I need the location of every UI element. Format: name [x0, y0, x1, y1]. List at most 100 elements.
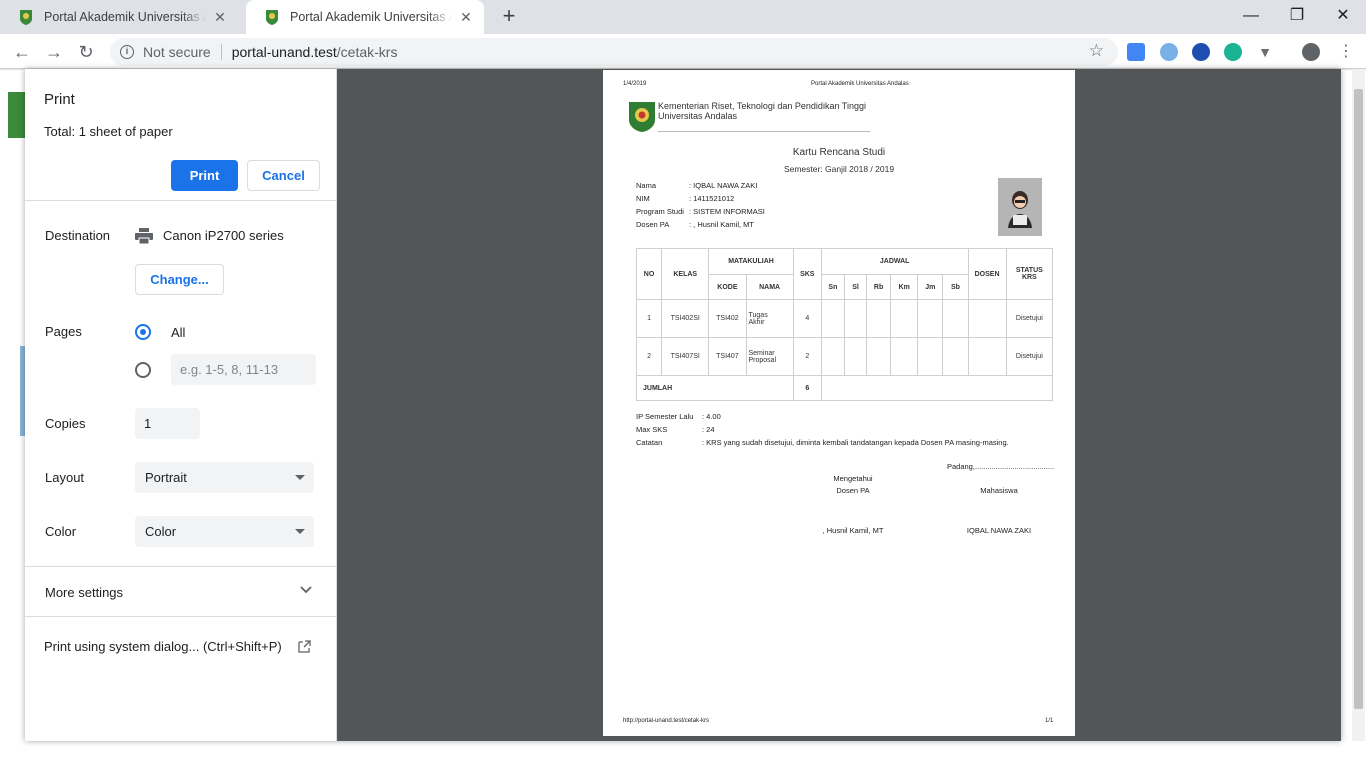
- pages-range-input[interactable]: e.g. 1-5, 8, 11-13: [171, 354, 316, 385]
- sign-dosen-pa: , Husnil Kamil, MT: [822, 526, 884, 535]
- preview-scroll-thumb[interactable]: [1354, 89, 1363, 709]
- col-sks: SKS: [792, 248, 822, 300]
- print-footer-page: 1/1: [1045, 718, 1054, 724]
- bookmark-star-icon[interactable]: ☆: [1089, 41, 1104, 61]
- open-external-icon[interactable]: [298, 640, 311, 653]
- print-footer-url: http://portal-unand.test/cetak-krs: [623, 718, 710, 724]
- new-tab-button[interactable]: +: [498, 5, 520, 28]
- cell-sks: 4: [792, 299, 822, 338]
- back-icon[interactable]: ←: [10, 40, 34, 64]
- layout-value: Portrait: [145, 470, 187, 485]
- student-photo: [998, 178, 1042, 236]
- cell-day: [843, 337, 868, 376]
- print-dialog-title: Print: [44, 91, 75, 108]
- org-line-2: Universitas Andalas: [658, 111, 738, 121]
- destination-label: Destination: [45, 228, 111, 243]
- col-kode: KODE: [708, 274, 747, 300]
- print-button[interactable]: Print: [171, 160, 238, 191]
- catatan-row: Catatan: KRS yang sudah disetujui, dimin…: [636, 438, 1009, 447]
- col-day-jm: Jm: [917, 274, 944, 300]
- system-dialog-link[interactable]: Print using system dialog... (Ctrl+Shift…: [44, 639, 282, 654]
- pages-custom-radio[interactable]: [135, 362, 151, 378]
- col-day-sl: Sl: [843, 274, 868, 300]
- extension-icon[interactable]: [1160, 43, 1178, 61]
- printer-icon: [135, 228, 153, 244]
- tab-portal-2[interactable]: Portal Akademik Universitas Andalas ✕: [246, 0, 484, 34]
- prodi-value: : SISTEM INFORMASI: [689, 207, 765, 216]
- col-day-km: Km: [890, 274, 919, 300]
- copies-input[interactable]: 1: [135, 408, 200, 439]
- tab-title: Portal Akademik Universitas Andalas: [290, 10, 452, 24]
- forward-icon[interactable]: →: [42, 40, 66, 64]
- status-line-1: STATUS: [1015, 267, 1043, 274]
- url-host: portal-unand.test: [231, 44, 337, 60]
- cell-day: [917, 337, 944, 376]
- print-preview-dialog: Print Total: 1 sheet of paper Print Canc…: [25, 69, 1365, 741]
- tab-close-icon[interactable]: ✕: [458, 9, 474, 25]
- col-day-sn: Sn: [820, 274, 845, 300]
- security-label: Not secure: [143, 44, 211, 60]
- omnibox-divider: [220, 44, 222, 60]
- address-bar[interactable]: i Not secure portal-unand.test/cetak-krs…: [110, 38, 1118, 66]
- layout-select[interactable]: Portrait: [135, 462, 314, 493]
- cell-day: [866, 299, 892, 338]
- profile-avatar-icon[interactable]: [1302, 43, 1320, 61]
- divider: [25, 616, 336, 617]
- print-header-title: Portal Akademik Universitas Andalas: [811, 81, 909, 87]
- cancel-button[interactable]: Cancel: [247, 160, 320, 191]
- url-path: /cetak-krs: [336, 44, 398, 60]
- table-row: 2 TSI407SI TSI407 Seminar Proposal 2 Dise…: [635, 337, 1054, 376]
- info-icon[interactable]: i: [120, 45, 134, 59]
- cell-nama: Tugas Akhir: [745, 299, 794, 338]
- reload-icon[interactable]: ↻: [74, 40, 98, 64]
- tab-close-icon[interactable]: ✕: [212, 9, 228, 25]
- color-select[interactable]: Color: [135, 516, 314, 547]
- vue-devtools-icon[interactable]: ▼: [1256, 43, 1274, 61]
- cell-status: Disetujui: [1005, 299, 1054, 338]
- cell-kelas: TSI402SI: [661, 299, 710, 338]
- close-window-icon[interactable]: ✕: [1330, 4, 1356, 28]
- org-name: Kementerian Riset, Teknologi dan Pendidi…: [658, 101, 866, 121]
- divider: [25, 566, 336, 567]
- semester-label: Semester: Ganjil 2018 / 2019: [783, 164, 895, 174]
- google-translate-icon[interactable]: [1127, 43, 1145, 61]
- jumlah-empty: [820, 375, 1054, 401]
- page-logo-icon: [8, 92, 26, 138]
- color-value: Color: [145, 524, 177, 539]
- dropdown-caret-icon: [295, 529, 305, 534]
- print-settings-panel: Print Total: 1 sheet of paper Print Canc…: [25, 69, 337, 741]
- print-header-date: 1/4/2019: [623, 81, 647, 87]
- ip-row: IP Semester Lalu : 4.00: [636, 412, 721, 421]
- ip-label: IP Semester Lalu: [636, 412, 694, 421]
- tab-portal-1[interactable]: Portal Akademik Universitas Andalas ✕: [0, 0, 238, 34]
- col-kelas: KELAS: [661, 248, 710, 300]
- unand-favicon-icon: [266, 10, 278, 25]
- org-line-1: Kementerian Riset, Teknologi dan Pendidi…: [658, 101, 866, 111]
- restore-icon[interactable]: ❐: [1284, 4, 1310, 28]
- table-row: 1 TSI402SI TSI402 Tugas Akhir 4 Disetujui: [635, 299, 1054, 338]
- ip-value: : 4.00: [702, 412, 721, 421]
- extension-m-icon[interactable]: [1224, 43, 1242, 61]
- more-settings-toggle[interactable]: More settings: [45, 585, 123, 600]
- name-value: : IQBAL NAWA ZAKI: [689, 181, 758, 190]
- sign-mahasiswa: IQBAL NAWA ZAKI: [966, 526, 1032, 535]
- catatan-value: : KRS yang sudah disetujui, diminta kemb…: [702, 438, 1009, 447]
- cell-day: [917, 299, 944, 338]
- cell-day: [942, 337, 969, 376]
- cell-day: [866, 337, 892, 376]
- header-rule: [658, 131, 870, 132]
- col-no: NO: [635, 248, 663, 300]
- col-day-sb: Sb: [942, 274, 969, 300]
- cell-kelas: TSI407SI: [661, 337, 710, 376]
- mahasiswa-label: Mahasiswa: [980, 486, 1018, 495]
- pages-all-radio[interactable]: [135, 324, 151, 340]
- menu-kebab-icon[interactable]: ⋮: [1334, 40, 1358, 64]
- minimize-icon[interactable]: —: [1238, 4, 1264, 28]
- chevron-down-icon[interactable]: [299, 583, 313, 597]
- col-dosen: DOSEN: [967, 248, 1007, 300]
- cell-dosen: [967, 337, 1007, 376]
- change-destination-button[interactable]: Change...: [135, 264, 224, 295]
- extension-icon[interactable]: [1192, 43, 1210, 61]
- pa-value: : , Husnil Kamil, MT: [689, 220, 755, 229]
- status-line-2: KRS: [1021, 274, 1037, 281]
